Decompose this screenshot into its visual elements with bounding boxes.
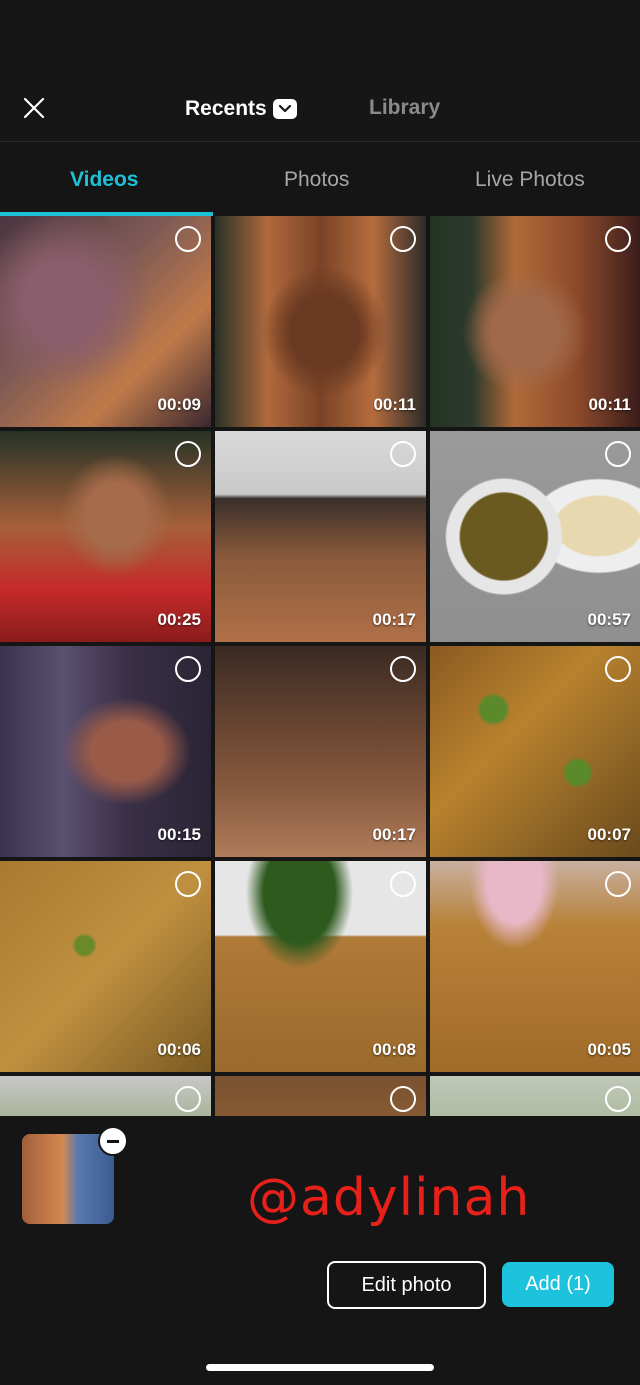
close-icon [23, 97, 45, 119]
video-thumbnail[interactable] [430, 1076, 640, 1116]
video-thumbnail[interactable]: 00:07 [430, 646, 640, 857]
video-duration: 00:11 [373, 395, 416, 414]
video-thumbnail[interactable]: 00:17 [215, 431, 426, 642]
select-circle[interactable] [605, 1086, 631, 1112]
select-circle[interactable] [605, 441, 631, 467]
select-circle[interactable] [605, 656, 631, 682]
remove-selection-button[interactable] [98, 1126, 128, 1156]
top-bar: Recents Library [0, 0, 640, 142]
select-circle[interactable] [175, 226, 201, 252]
video-thumbnail[interactable]: 00:57 [430, 431, 640, 642]
video-duration: 00:57 [587, 610, 631, 629]
video-thumbnail[interactable]: 00:05 [430, 861, 640, 1072]
album-selector[interactable]: Recents [185, 93, 297, 125]
minus-icon [107, 1139, 119, 1143]
video-thumbnail[interactable]: 00:25 [0, 431, 211, 642]
add-button[interactable]: Add (1) [502, 1262, 614, 1307]
video-duration: 00:08 [372, 1040, 416, 1059]
video-duration: 00:17 [372, 610, 416, 629]
close-button[interactable] [20, 94, 48, 122]
video-thumbnail[interactable]: 00:09 [0, 216, 211, 427]
select-circle[interactable] [390, 656, 416, 682]
selection-tray: @adylinah Edit photo Add (1) [0, 1116, 640, 1385]
video-duration: 00:06 [157, 1040, 201, 1059]
album-label: Recents [185, 97, 267, 120]
select-circle[interactable] [390, 871, 416, 897]
tab-photos[interactable]: Photos [284, 168, 349, 192]
video-thumbnail[interactable] [215, 1076, 426, 1116]
video-thumbnail[interactable]: 00:06 [0, 861, 211, 1072]
video-duration: 00:09 [157, 395, 201, 414]
video-duration: 00:15 [157, 825, 201, 844]
select-circle[interactable] [175, 871, 201, 897]
video-duration: 00:05 [587, 1040, 631, 1059]
library-tab[interactable]: Library [369, 96, 440, 120]
select-circle[interactable] [175, 441, 201, 467]
select-circle[interactable] [390, 226, 416, 252]
video-duration: 00:25 [157, 610, 201, 629]
video-thumbnail[interactable] [0, 1076, 211, 1116]
tab-live-photos[interactable]: Live Photos [475, 168, 585, 192]
select-circle[interactable] [390, 441, 416, 467]
home-indicator [206, 1364, 434, 1371]
video-duration: 00:17 [372, 825, 416, 844]
video-thumbnail[interactable]: 00:17 [215, 646, 426, 857]
watermark-text: @adylinah [247, 1168, 531, 1228]
select-circle[interactable] [175, 656, 201, 682]
select-circle[interactable] [175, 1086, 201, 1112]
select-circle[interactable] [605, 871, 631, 897]
select-circle[interactable] [390, 1086, 416, 1112]
video-thumbnail[interactable]: 00:11 [215, 216, 426, 427]
chevron-down-icon [272, 99, 297, 119]
select-circle[interactable] [605, 226, 631, 252]
video-thumbnail[interactable]: 00:11 [430, 216, 640, 427]
video-duration: 00:11 [588, 395, 631, 414]
media-type-tabs: Videos Photos Live Photos [0, 142, 640, 216]
video-duration: 00:07 [587, 825, 631, 844]
video-thumbnail[interactable]: 00:15 [0, 646, 211, 857]
video-thumbnail[interactable]: 00:08 [215, 861, 426, 1072]
tab-videos[interactable]: Videos [70, 168, 138, 192]
media-grid: 00:09 00:11 00:11 00:25 00:17 00:57 00:1… [0, 216, 640, 1116]
edit-photo-button[interactable]: Edit photo [327, 1261, 486, 1309]
